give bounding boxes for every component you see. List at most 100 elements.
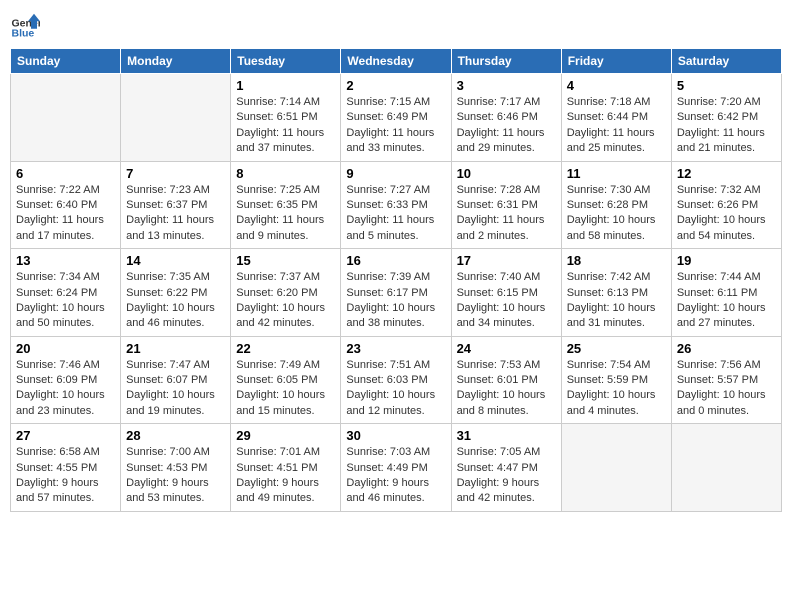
day-detail: Sunrise: 7:00 AMSunset: 4:53 PMDaylight:… [126,445,225,507]
calendar-day-cell [121,74,231,162]
day-number: 25 [567,341,666,356]
calendar-day-cell: 27 Sunrise: 6:58 AMSunset: 4:55 PMDayligh… [11,424,121,512]
day-number: 6 [16,166,115,181]
day-number: 11 [567,166,666,181]
page-header: General Blue [10,10,782,40]
calendar-day-cell: 10 Sunrise: 7:28 AMSunset: 6:31 PMDayligh… [451,161,561,249]
calendar-day-cell: 8Sunrise: 7:25 AMSunset: 6:35 PMDaylight… [231,161,341,249]
day-detail: Sunrise: 7:53 AMSunset: 6:01 PMDaylight:… [457,358,556,420]
calendar-day-cell: 14 Sunrise: 7:35 AMSunset: 6:22 PMDayligh… [121,249,231,337]
calendar-day-cell: 4Sunrise: 7:18 AMSunset: 6:44 PMDaylight… [561,74,671,162]
calendar-day-cell: 23 Sunrise: 7:51 AMSunset: 6:03 PMDayligh… [341,336,451,424]
calendar-day-cell: 3 Sunrise: 7:17 AMSunset: 6:46 PMDaylight… [451,74,561,162]
day-number: 17 [457,253,556,268]
day-detail: Sunrise: 7:14 AMSunset: 6:51 PMDaylight:… [236,95,335,157]
calendar-day-cell: 13Sunrise: 7:34 AMSunset: 6:24 PMDayligh… [11,249,121,337]
day-detail: Sunrise: 7:44 AMSunset: 6:11 PMDaylight:… [677,270,776,332]
logo-icon: General Blue [10,10,40,40]
calendar-day-cell: 31Sunrise: 7:05 AMSunset: 4:47 PMDayligh… [451,424,561,512]
calendar-week-row: 27 Sunrise: 6:58 AMSunset: 4:55 PMDayligh… [11,424,782,512]
calendar-day-cell: 26 Sunrise: 7:56 AMSunset: 5:57 PMDayligh… [671,336,781,424]
calendar-day-cell: 17 Sunrise: 7:40 AMSunset: 6:15 PMDayligh… [451,249,561,337]
day-detail: Sunrise: 7:18 AMSunset: 6:44 PMDaylight:… [567,95,666,157]
calendar-day-cell: 30 Sunrise: 7:03 AMSunset: 4:49 PMDayligh… [341,424,451,512]
day-detail: Sunrise: 7:51 AMSunset: 6:03 PMDaylight:… [346,358,445,420]
day-number: 19 [677,253,776,268]
day-detail: Sunrise: 7:30 AMSunset: 6:28 PMDaylight:… [567,183,666,245]
calendar-week-row: 1Sunrise: 7:14 AMSunset: 6:51 PMDaylight… [11,74,782,162]
calendar-day-cell: 6 Sunrise: 7:22 AMSunset: 6:40 PMDaylight… [11,161,121,249]
calendar-day-cell: 16 Sunrise: 7:39 AMSunset: 6:17 PMDayligh… [341,249,451,337]
day-number: 10 [457,166,556,181]
day-number: 3 [457,78,556,93]
day-number: 7 [126,166,225,181]
day-detail: Sunrise: 7:17 AMSunset: 6:46 PMDaylight:… [457,95,556,157]
calendar-day-cell: 18 Sunrise: 7:42 AMSunset: 6:13 PMDayligh… [561,249,671,337]
day-detail: Sunrise: 7:49 AMSunset: 6:05 PMDaylight:… [236,358,335,420]
day-number: 26 [677,341,776,356]
calendar-week-row: 20Sunrise: 7:46 AMSunset: 6:09 PMDayligh… [11,336,782,424]
day-number: 27 [16,428,115,443]
day-detail: Sunrise: 7:22 AMSunset: 6:40 PMDaylight:… [16,183,115,245]
day-number: 21 [126,341,225,356]
calendar-day-cell: 28 Sunrise: 7:00 AMSunset: 4:53 PMDayligh… [121,424,231,512]
day-number: 9 [346,166,445,181]
day-header-tuesday: Tuesday [231,49,341,74]
day-detail: Sunrise: 6:58 AMSunset: 4:55 PMDaylight:… [16,445,115,507]
calendar-week-row: 6 Sunrise: 7:22 AMSunset: 6:40 PMDaylight… [11,161,782,249]
calendar-day-cell: 29 Sunrise: 7:01 AMSunset: 4:51 PMDayligh… [231,424,341,512]
day-number: 5 [677,78,776,93]
day-header-sunday: Sunday [11,49,121,74]
calendar-day-cell: 24 Sunrise: 7:53 AMSunset: 6:01 PMDayligh… [451,336,561,424]
day-header-wednesday: Wednesday [341,49,451,74]
day-number: 16 [346,253,445,268]
day-number: 23 [346,341,445,356]
day-number: 31 [457,428,556,443]
day-number: 12 [677,166,776,181]
calendar-day-cell: 11 Sunrise: 7:30 AMSunset: 6:28 PMDayligh… [561,161,671,249]
day-number: 24 [457,341,556,356]
calendar-day-cell: 7 Sunrise: 7:23 AMSunset: 6:37 PMDaylight… [121,161,231,249]
svg-text:Blue: Blue [12,27,35,39]
day-detail: Sunrise: 7:40 AMSunset: 6:15 PMDaylight:… [457,270,556,332]
calendar-week-row: 13Sunrise: 7:34 AMSunset: 6:24 PMDayligh… [11,249,782,337]
day-number: 2 [346,78,445,93]
day-detail: Sunrise: 7:15 AMSunset: 6:49 PMDaylight:… [346,95,445,157]
calendar-day-cell [671,424,781,512]
day-number: 18 [567,253,666,268]
day-header-thursday: Thursday [451,49,561,74]
calendar-header-row: SundayMondayTuesdayWednesdayThursdayFrid… [11,49,782,74]
day-number: 14 [126,253,225,268]
calendar-day-cell: 19 Sunrise: 7:44 AMSunset: 6:11 PMDayligh… [671,249,781,337]
day-detail: Sunrise: 7:54 AMSunset: 5:59 PMDaylight:… [567,358,666,420]
day-detail: Sunrise: 7:03 AMSunset: 4:49 PMDaylight:… [346,445,445,507]
calendar-day-cell [561,424,671,512]
day-number: 20 [16,341,115,356]
day-detail: Sunrise: 7:34 AMSunset: 6:24 PMDaylight:… [16,270,115,332]
day-detail: Sunrise: 7:23 AMSunset: 6:37 PMDaylight:… [126,183,225,245]
calendar-day-cell: 22 Sunrise: 7:49 AMSunset: 6:05 PMDayligh… [231,336,341,424]
day-detail: Sunrise: 7:35 AMSunset: 6:22 PMDaylight:… [126,270,225,332]
day-detail: Sunrise: 7:39 AMSunset: 6:17 PMDaylight:… [346,270,445,332]
day-detail: Sunrise: 7:28 AMSunset: 6:31 PMDaylight:… [457,183,556,245]
day-detail: Sunrise: 7:42 AMSunset: 6:13 PMDaylight:… [567,270,666,332]
day-number: 22 [236,341,335,356]
day-number: 29 [236,428,335,443]
day-detail: Sunrise: 7:47 AMSunset: 6:07 PMDaylight:… [126,358,225,420]
calendar-day-cell: 5 Sunrise: 7:20 AMSunset: 6:42 PMDaylight… [671,74,781,162]
day-number: 28 [126,428,225,443]
calendar-table: SundayMondayTuesdayWednesdayThursdayFrid… [10,48,782,512]
calendar-day-cell: 12Sunrise: 7:32 AMSunset: 6:26 PMDayligh… [671,161,781,249]
day-detail: Sunrise: 7:01 AMSunset: 4:51 PMDaylight:… [236,445,335,507]
day-detail: Sunrise: 7:20 AMSunset: 6:42 PMDaylight:… [677,95,776,157]
day-header-friday: Friday [561,49,671,74]
calendar-day-cell: 21 Sunrise: 7:47 AMSunset: 6:07 PMDayligh… [121,336,231,424]
day-number: 30 [346,428,445,443]
day-number: 15 [236,253,335,268]
logo: General Blue [10,10,40,40]
calendar-day-cell: 1Sunrise: 7:14 AMSunset: 6:51 PMDaylight… [231,74,341,162]
day-detail: Sunrise: 7:56 AMSunset: 5:57 PMDaylight:… [677,358,776,420]
day-number: 8 [236,166,335,181]
calendar-day-cell [11,74,121,162]
calendar-day-cell: 2 Sunrise: 7:15 AMSunset: 6:49 PMDaylight… [341,74,451,162]
